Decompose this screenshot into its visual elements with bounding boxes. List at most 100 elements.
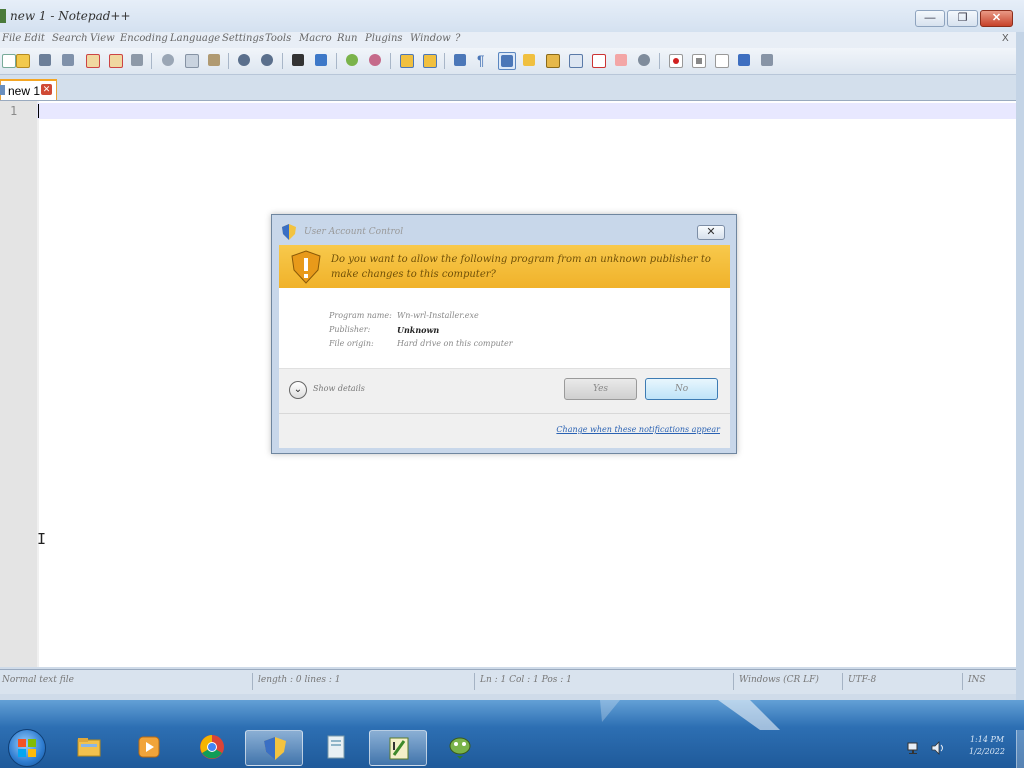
document-map-icon[interactable] [544,52,560,68]
menu-settings[interactable]: Settings [222,33,264,44]
media-player-icon [138,736,160,758]
open-file-icon[interactable] [14,52,30,68]
taskbar-chrome[interactable] [183,730,241,766]
tab-new-1[interactable]: new 1 ✕ [0,79,57,100]
save-all-icon[interactable] [60,52,76,68]
replace-icon[interactable] [313,52,329,68]
monitoring-icon[interactable] [636,52,652,68]
menu-macro[interactable]: Macro [299,33,332,44]
toolbar-separator [151,53,152,69]
show-desktop-button[interactable] [1016,730,1024,768]
uac-body: Do you want to allow the following progr… [279,245,730,448]
stop-macro-icon[interactable] [690,52,706,68]
word-wrap-icon[interactable] [452,52,468,68]
clock-time: 1:14 PM [969,735,1005,744]
taskbar-installer[interactable] [431,730,489,766]
close-button[interactable]: ✕ [980,10,1013,27]
toolbar-separator [282,53,283,69]
chevron-down-icon[interactable]: ⌄ [289,381,307,399]
menu-run[interactable]: Run [337,33,357,44]
installer-icon [449,737,471,759]
uac-title: User Account Control [304,227,404,237]
menu-close-doc[interactable]: X [1002,33,1009,44]
uac-dialog: User Account Control ✕ Do you want to al… [271,214,737,454]
indent-guide-icon[interactable] [498,52,516,70]
function-list-icon[interactable] [590,52,606,68]
show-details-label[interactable]: Show details [313,384,365,393]
status-divider [733,673,734,690]
volume-icon[interactable] [930,740,946,756]
menu-plugins[interactable]: Plugins [365,33,403,44]
close-all-icon[interactable] [107,52,123,68]
clock-date: 1/2/2022 [969,747,1005,756]
uac-shield-icon [264,737,286,760]
sync-horizontal-icon[interactable] [421,52,437,68]
change-notifications-link[interactable]: Change when these notifications appear [556,425,720,434]
toolbar-separator [659,53,660,69]
network-icon[interactable] [906,740,922,756]
tab-close-icon[interactable]: ✕ [41,84,52,95]
zoom-out-icon[interactable] [367,52,383,68]
clock[interactable]: 1:14 PM 1/2/2022 [960,734,1014,758]
taskbar-explorer[interactable] [60,730,118,766]
zoom-in-icon[interactable] [344,52,360,68]
status-length: length : 0 lines : 1 [258,675,341,685]
uac-program-info: Program name: Wn-wrl-Installer.exe Publi… [279,288,730,368]
menu-help[interactable]: ? [455,33,460,44]
menu-window[interactable]: Window [410,33,451,44]
uac-close-button[interactable]: ✕ [697,225,725,240]
status-eol[interactable]: Windows (CR LF) [739,675,819,685]
taskbar-uac[interactable] [245,730,303,766]
print-icon[interactable] [129,52,145,68]
save-macro-icon[interactable] [759,52,775,68]
text-caret [38,104,39,118]
restore-button[interactable]: ❐ [947,10,978,27]
status-divider [962,673,963,690]
yes-button[interactable]: Yes [564,378,637,400]
file-origin-value: Hard drive on this computer [397,339,513,348]
find-icon[interactable] [290,52,306,68]
taskbar-document[interactable] [307,730,365,766]
record-macro-icon[interactable] [667,52,683,68]
taskbar-media-player[interactable] [120,730,178,766]
status-encoding[interactable]: UTF-8 [848,675,876,685]
start-button[interactable] [8,729,46,767]
folder-icon [77,738,101,757]
paste-icon[interactable] [206,52,222,68]
uac-warning-banner: Do you want to allow the following progr… [279,245,730,288]
show-all-characters-icon[interactable]: ¶ [475,52,491,68]
run-macro-multiple-icon[interactable] [736,52,752,68]
status-divider [252,673,253,690]
tab-strip: new 1 ✕ [0,75,1024,100]
taskbar-notepad-plus-plus[interactable] [369,730,427,766]
play-macro-icon[interactable] [713,52,729,68]
status-file-type: Normal text file [2,675,74,685]
undo-icon[interactable] [236,52,252,68]
minimize-button[interactable]: — [915,10,945,27]
status-divider [474,673,475,690]
menu-language[interactable]: Language [170,33,220,44]
menu-bar: File Edit Search View Encoding Language … [0,32,1024,48]
no-button[interactable]: No [645,378,718,400]
menu-view[interactable]: View [90,33,115,44]
document-list-icon[interactable] [567,52,583,68]
sync-vertical-icon[interactable] [398,52,414,68]
save-icon[interactable] [37,52,53,68]
redo-icon[interactable] [259,52,275,68]
publisher-value: Unknown [397,325,440,335]
cut-icon[interactable] [160,52,176,68]
line-number: 1 [10,104,18,118]
menu-file[interactable]: File [2,33,21,44]
taskbar-wallpaper-streak [600,700,780,730]
toolbar-separator [444,53,445,69]
close-file-icon[interactable] [84,52,100,68]
status-bar: Normal text file length : 0 lines : 1 Ln… [0,669,1016,694]
language-define-icon[interactable] [521,52,537,68]
tab-label: new 1 [8,84,41,98]
folder-as-workspace-icon[interactable] [613,52,629,68]
menu-edit[interactable]: Edit [24,33,45,44]
menu-search[interactable]: Search [52,33,88,44]
menu-tools[interactable]: Tools [265,33,291,44]
menu-encoding[interactable]: Encoding [120,33,168,44]
copy-icon[interactable] [183,52,199,68]
